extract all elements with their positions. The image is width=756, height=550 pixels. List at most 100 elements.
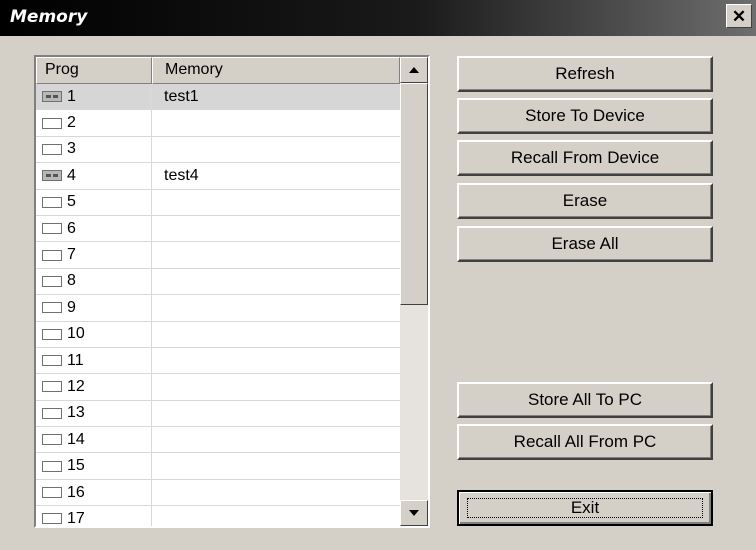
list-row[interactable]: 5 <box>36 189 400 216</box>
refresh-button[interactable]: Refresh <box>457 56 713 92</box>
prog-number: 14 <box>67 430 85 448</box>
memory-slot-empty-icon <box>42 328 62 340</box>
memory-cell <box>152 348 400 373</box>
memory-slot-empty-icon <box>42 223 62 235</box>
exit-button[interactable]: Exit <box>457 490 713 526</box>
refresh-button-label: Refresh <box>555 64 615 83</box>
memory-slot-empty-icon <box>42 407 62 419</box>
memory-cell <box>152 216 400 241</box>
list-row[interactable]: 8 <box>36 268 400 296</box>
list-row[interactable]: 1 test1 <box>36 84 400 111</box>
memory-cell <box>152 401 400 426</box>
memory-cell <box>152 295 400 320</box>
prog-number: 9 <box>67 298 76 316</box>
list-row[interactable]: 7 <box>36 242 400 269</box>
memory-cell <box>152 137 400 162</box>
memory-cell <box>152 269 400 294</box>
memory-cell: test1 <box>164 87 199 105</box>
prog-cell: 11 <box>36 347 152 374</box>
prog-cell: 16 <box>36 479 152 506</box>
memory-cell <box>152 480 400 505</box>
column-header-memory[interactable]: Memory <box>152 57 400 84</box>
prog-cell: 7 <box>36 242 152 268</box>
prog-cell: 12 <box>36 374 152 400</box>
list-row[interactable]: 13 <box>36 400 400 428</box>
prog-number: 4 <box>67 166 76 184</box>
prog-cell: 3 <box>36 136 152 163</box>
prog-number: 10 <box>67 325 85 343</box>
list-row[interactable]: 14 <box>36 427 400 454</box>
vertical-scrollbar[interactable] <box>400 57 428 526</box>
prog-number: 1 <box>67 87 76 105</box>
memory-cell <box>152 190 400 215</box>
memory-slot-filled-icon <box>42 170 62 182</box>
column-header-prog[interactable]: Prog <box>36 57 152 84</box>
recall-from-device-button[interactable]: Recall From Device <box>457 140 713 176</box>
prog-cell: 14 <box>36 427 152 453</box>
scroll-up-arrow-icon <box>409 67 419 73</box>
list-row[interactable]: 3 <box>36 136 400 164</box>
list-row[interactable]: 9 <box>36 295 400 322</box>
list-row[interactable]: 15 <box>36 453 400 480</box>
prog-number: 7 <box>67 246 76 264</box>
prog-cell: 8 <box>36 268 152 295</box>
memory-slot-empty-icon <box>42 249 62 261</box>
prog-cell: 6 <box>36 215 152 242</box>
prog-cell: 17 <box>36 506 152 526</box>
prog-number: 6 <box>67 219 76 237</box>
memory-slot-empty-icon <box>42 143 62 155</box>
list-row[interactable]: 4 test4 <box>36 163 400 190</box>
store-to-device-button-label: Store To Device <box>525 106 645 125</box>
prog-number: 16 <box>67 483 85 501</box>
list-row[interactable]: 2 <box>36 110 400 137</box>
store-all-to-pc-button-label: Store All To PC <box>527 390 643 409</box>
exit-button-label: Exit <box>570 498 600 517</box>
memory-slot-empty-icon <box>42 275 62 287</box>
memory-slot-empty-icon <box>42 381 62 393</box>
memory-list[interactable]: Prog Memory 1 test1 2 3 4 test4 5 6 7 8 9 10 11 12 13 1… <box>34 55 430 528</box>
list-row[interactable]: 11 <box>36 347 400 375</box>
scroll-down-button[interactable] <box>400 500 428 526</box>
list-row[interactable]: 6 <box>36 215 400 243</box>
erase-all-button[interactable]: Erase All <box>457 226 713 262</box>
title-bar: Memory ✕ <box>0 0 756 36</box>
memory-slot-empty-icon <box>42 513 62 525</box>
prog-number: 15 <box>67 457 85 475</box>
memory-slot-empty-icon <box>42 460 62 472</box>
prog-number: 12 <box>67 377 85 395</box>
memory-slot-empty-icon <box>42 117 62 129</box>
recall-all-from-pc-button-label: Recall All From PC <box>513 432 657 451</box>
recall-all-from-pc-button[interactable]: Recall All From PC <box>457 424 713 460</box>
prog-number: 3 <box>67 140 76 158</box>
prog-cell: 1 <box>36 84 152 110</box>
memory-cell <box>152 453 400 478</box>
prog-cell: 13 <box>36 400 152 427</box>
scrollbar-thumb[interactable] <box>400 83 428 305</box>
list-row[interactable]: 17 <box>36 506 400 526</box>
memory-cell <box>152 110 400 135</box>
memory-list-viewport: Prog Memory 1 test1 2 3 4 test4 5 6 7 8 9 10 11 12 13 1… <box>36 57 400 526</box>
prog-number: 2 <box>67 114 76 132</box>
prog-cell: 4 <box>36 163 152 189</box>
list-row[interactable]: 16 <box>36 479 400 507</box>
store-all-to-pc-button[interactable]: Store All To PC <box>457 382 713 418</box>
close-icon: ✕ <box>731 6 747 26</box>
recall-from-device-button-label: Recall From Device <box>510 148 660 167</box>
erase-button-label: Erase <box>562 191 608 210</box>
close-button[interactable]: ✕ <box>726 4 752 28</box>
memory-cell <box>152 242 400 267</box>
memory-cell <box>152 427 400 452</box>
prog-cell: 5 <box>36 189 152 215</box>
list-row[interactable]: 10 <box>36 321 400 348</box>
scroll-up-button[interactable] <box>400 57 428 83</box>
prog-cell: 2 <box>36 110 152 136</box>
list-header: Prog Memory <box>36 57 400 84</box>
store-to-device-button[interactable]: Store To Device <box>457 98 713 134</box>
window-title: Memory <box>10 7 88 27</box>
prog-number: 17 <box>67 509 85 526</box>
prog-number: 11 <box>67 351 84 369</box>
erase-button[interactable]: Erase <box>457 183 713 219</box>
memory-slot-empty-icon <box>42 487 62 499</box>
memory-cell <box>152 322 400 347</box>
list-row[interactable]: 12 <box>36 374 400 401</box>
